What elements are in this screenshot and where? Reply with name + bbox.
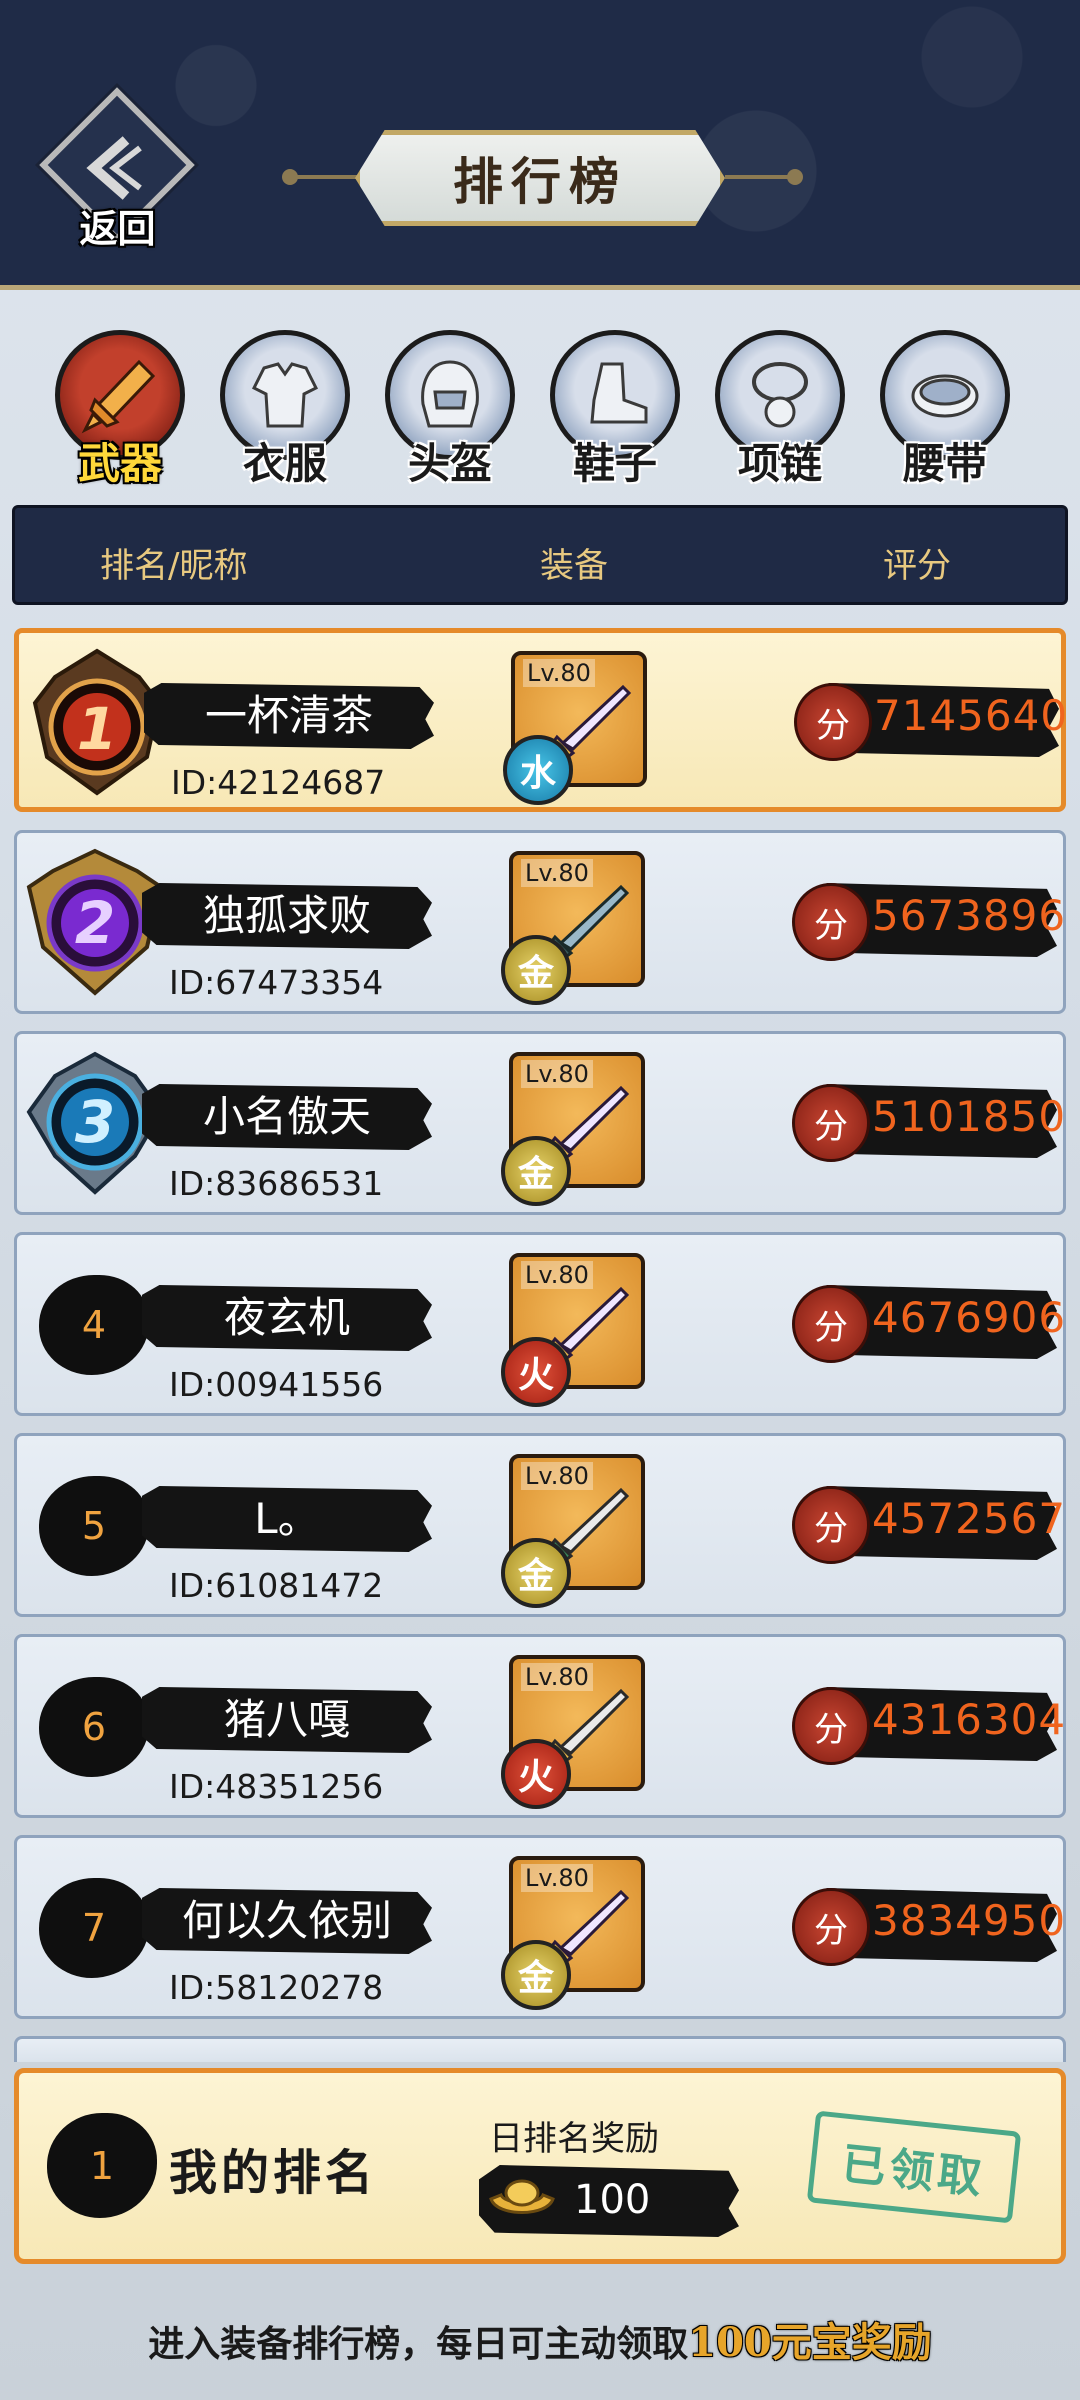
column-header: 排名/昵称 装备 评分 bbox=[12, 505, 1068, 605]
column-equipment: 装备 bbox=[540, 546, 608, 586]
element-badge: 水 bbox=[503, 735, 573, 805]
element-badge: 金 bbox=[501, 935, 571, 1005]
equipment-slot[interactable]: Lv.80 金 bbox=[501, 1052, 645, 1206]
tab-helmet[interactable]: 头盔 bbox=[380, 330, 520, 500]
score-icon: 分 bbox=[794, 683, 872, 761]
equipment-slot[interactable]: Lv.80 火 bbox=[501, 1253, 645, 1407]
reward-hint-text: 进入装备排行榜，每日可主动领取 bbox=[148, 2323, 689, 2365]
player-name: L。 bbox=[254, 1494, 320, 1543]
player-name: 一杯清茶 bbox=[204, 691, 373, 740]
score-icon: 分 bbox=[792, 1084, 870, 1162]
rank-number: 5 bbox=[39, 1476, 149, 1576]
top-bar: 返回 排行榜 bbox=[0, 0, 1080, 290]
score-value: 5673896 bbox=[872, 891, 1067, 940]
player-id: ID:67473354 bbox=[169, 963, 384, 1002]
tab-belt[interactable]: 腰带 bbox=[875, 330, 1015, 500]
helmet-icon bbox=[421, 360, 479, 428]
tab-belt-label: 腰带 bbox=[902, 439, 987, 488]
back-label: 返回 bbox=[79, 206, 156, 251]
player-id: ID:42124687 bbox=[171, 763, 386, 802]
player-name: 夜玄机 bbox=[223, 1293, 350, 1342]
player-id: ID:48351256 bbox=[169, 1767, 384, 1806]
title-ornament-right bbox=[725, 169, 803, 185]
title-plate: 排行榜 bbox=[355, 130, 725, 226]
score-icon: 分 bbox=[792, 1888, 870, 1966]
ranking-row[interactable]: 6 猪八嘎 ID:48351256 Lv.80 火 分 4316304 bbox=[14, 1634, 1066, 1818]
tab-weapon[interactable]: 武器 bbox=[50, 330, 190, 500]
my-rank-panel: 1 我的排名 日排名奖励 100 已领取 bbox=[14, 2068, 1066, 2264]
element-badge: 金 bbox=[501, 1538, 571, 1608]
ranking-row[interactable]: 4 夜玄机 ID:00941556 Lv.80 火 分 4676906 bbox=[14, 1232, 1066, 1416]
player-name: 猪八嘎 bbox=[223, 1695, 350, 1744]
tab-clothes[interactable]: 衣服 bbox=[215, 330, 355, 500]
reward-hint-highlight: 100元宝奖励 bbox=[688, 2319, 932, 2366]
equipment-slot[interactable]: Lv.80 金 bbox=[501, 1454, 645, 1608]
weapon-icon bbox=[81, 359, 156, 434]
element-badge: 火 bbox=[501, 1739, 571, 1809]
reward-amount: 100 bbox=[574, 2177, 651, 2223]
element-badge: 金 bbox=[501, 1136, 571, 1206]
category-tabs: 武器 衣服 头盔 鞋子 项链 腰带 bbox=[50, 330, 1040, 500]
score-value: 3834950 bbox=[872, 1896, 1067, 1945]
ranking-row[interactable]: 3 小名傲天 ID:83686531 Lv.80 金 分 5101850 bbox=[14, 1031, 1066, 1215]
equipment-slot[interactable]: Lv.80 火 bbox=[501, 1655, 645, 1809]
player-id: ID:61081472 bbox=[169, 1566, 384, 1605]
column-score: 评分 bbox=[883, 546, 951, 586]
gold-ingot-icon bbox=[489, 2179, 555, 2214]
player-id: ID:58120278 bbox=[169, 1968, 384, 2007]
ranking-row-partial bbox=[14, 2036, 1066, 2062]
rank-number: 7 bbox=[39, 1878, 149, 1978]
tab-helmet-label: 头盔 bbox=[407, 439, 492, 488]
ranking-row[interactable]: 2 独孤求败 ID:67473354 Lv.80 金 分 5673896 bbox=[14, 830, 1066, 1014]
score-value: 4572567 bbox=[872, 1494, 1067, 1543]
ranking-row[interactable]: 7 何以久依别 ID:58120278 Lv.80 金 分 3834950 bbox=[14, 1835, 1066, 2019]
back-arrow-icon bbox=[86, 136, 142, 200]
ranking-row[interactable]: 5 L。 ID:61081472 Lv.80 金 分 4572567 bbox=[14, 1433, 1066, 1617]
player-name: 独孤求败 bbox=[202, 891, 371, 940]
element-badge: 金 bbox=[501, 1940, 571, 2010]
player-name: 何以久依别 bbox=[181, 1896, 392, 1945]
score-icon: 分 bbox=[792, 1285, 870, 1363]
shoes-icon bbox=[590, 362, 648, 424]
reward-hint: 进入装备排行榜，每日可主动领取100元宝奖励 bbox=[0, 2310, 1080, 2368]
back-button[interactable]: 返回 bbox=[39, 87, 195, 260]
daily-reward-title: 日排名奖励 bbox=[489, 2119, 659, 2159]
claimed-stamp-button[interactable]: 已领取 bbox=[806, 2110, 1022, 2224]
page-title: 排行榜 bbox=[453, 152, 627, 211]
equipment-slot[interactable]: Lv.80 金 bbox=[501, 1856, 645, 2010]
score-value: 5101850 bbox=[872, 1092, 1067, 1141]
rank-number: 6 bbox=[39, 1677, 149, 1777]
player-id: ID:83686531 bbox=[169, 1164, 384, 1203]
element-badge: 火 bbox=[501, 1337, 571, 1407]
score-icon: 分 bbox=[792, 1687, 870, 1765]
my-rank-label: 我的排名 bbox=[169, 2145, 378, 2201]
player-name: 小名傲天 bbox=[202, 1092, 371, 1141]
score-icon: 分 bbox=[792, 1486, 870, 1564]
equipment-slot[interactable]: Lv.80 金 bbox=[501, 851, 645, 1005]
ranking-row[interactable]: 1 一杯清茶 ID:42124687 Lv.80 水 分 7145640 bbox=[14, 628, 1069, 812]
score-icon: 分 bbox=[792, 883, 870, 961]
tab-weapon-label: 武器 bbox=[77, 439, 162, 488]
equipment-slot[interactable]: Lv.80 水 bbox=[503, 651, 647, 805]
column-rank-name: 排名/昵称 bbox=[100, 546, 248, 586]
tab-shoes-label: 鞋子 bbox=[572, 439, 657, 488]
necklace-icon bbox=[752, 362, 808, 428]
score-value: 7145640 bbox=[874, 691, 1069, 740]
tab-necklace-label: 项链 bbox=[737, 439, 822, 488]
rank-number: 4 bbox=[39, 1275, 149, 1375]
tab-clothes-label: 衣服 bbox=[242, 439, 327, 488]
score-value: 4316304 bbox=[872, 1695, 1067, 1744]
tab-shoes[interactable]: 鞋子 bbox=[545, 330, 685, 500]
clothes-icon bbox=[251, 362, 319, 428]
my-rank-number: 1 bbox=[47, 2113, 157, 2218]
title-ornament-left bbox=[282, 169, 360, 185]
score-value: 4676906 bbox=[872, 1293, 1067, 1342]
tab-necklace[interactable]: 项链 bbox=[710, 330, 850, 500]
player-id: ID:00941556 bbox=[169, 1365, 384, 1404]
belt-icon bbox=[911, 374, 979, 418]
